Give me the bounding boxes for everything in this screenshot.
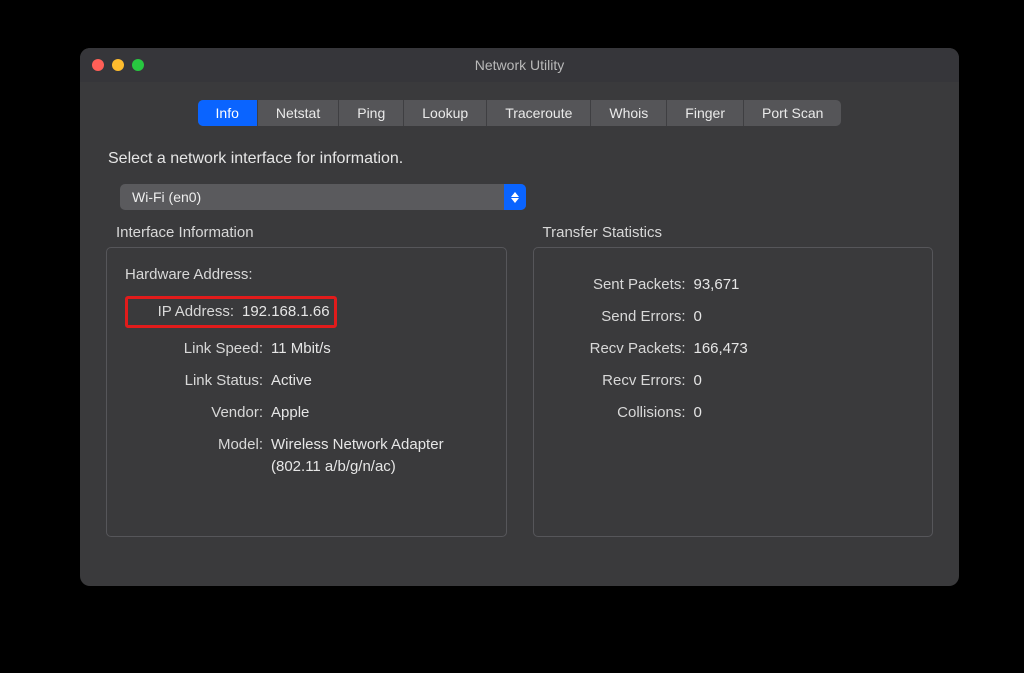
sent-packets-label: Sent Packets: (552, 274, 694, 296)
recv-packets-label: Recv Packets: (552, 338, 694, 360)
traffic-lights (92, 59, 144, 71)
zoom-window-button[interactable] (132, 59, 144, 71)
recv-errors-label: Recv Errors: (552, 370, 694, 392)
link-speed-value: 11 Mbit/s (271, 338, 331, 360)
tab-traceroute[interactable]: Traceroute (487, 100, 591, 126)
tab-ping[interactable]: Ping (339, 100, 404, 126)
dropdown-arrows-icon (504, 184, 526, 210)
send-errors-value: 0 (694, 306, 702, 328)
interface-select-value: Wi-Fi (en0) (132, 189, 201, 205)
collisions-value: 0 (694, 402, 702, 424)
close-window-button[interactable] (92, 59, 104, 71)
tabs: Info Netstat Ping Lookup Traceroute Whoi… (198, 100, 842, 126)
sent-packets-value: 93,671 (694, 274, 740, 296)
tab-netstat[interactable]: Netstat (258, 100, 339, 126)
titlebar: Network Utility (80, 48, 959, 82)
interface-information-group: Interface Information Hardware Address: … (106, 224, 507, 537)
collisions-label: Collisions: (552, 402, 694, 424)
interface-info-box: Hardware Address: IP Address: 192.168.1.… (106, 247, 507, 537)
recv-packets-value: 166,473 (694, 338, 748, 360)
tabs-row: Info Netstat Ping Lookup Traceroute Whoi… (80, 82, 959, 134)
ip-address-label: IP Address: (130, 301, 242, 323)
tab-finger[interactable]: Finger (667, 100, 744, 126)
transfer-stats-group-label: Transfer Statistics (543, 224, 934, 241)
minimize-window-button[interactable] (112, 59, 124, 71)
send-errors-label: Send Errors: (552, 306, 694, 328)
link-status-value: Active (271, 370, 312, 392)
model-value: Wireless Network Adapter (802.11 a/b/g/n… (271, 434, 481, 478)
tab-info[interactable]: Info (198, 100, 258, 126)
columns: Interface Information Hardware Address: … (106, 224, 933, 537)
instruction-text: Select a network interface for informati… (108, 150, 933, 168)
tab-port-scan[interactable]: Port Scan (744, 100, 841, 126)
network-utility-window: Network Utility Info Netstat Ping Lookup… (80, 48, 959, 586)
interface-select[interactable]: Wi-Fi (en0) (120, 184, 526, 210)
link-status-label: Link Status: (125, 370, 271, 392)
hardware-address-label: Hardware Address: (125, 264, 253, 286)
model-label: Model: (125, 434, 271, 478)
vendor-value: Apple (271, 402, 309, 424)
transfer-stats-box: Sent Packets: 93,671 Send Errors: 0 Recv… (533, 247, 934, 537)
ip-address-highlight: IP Address: 192.168.1.66 (125, 296, 337, 328)
tab-whois[interactable]: Whois (591, 100, 667, 126)
interface-info-group-label: Interface Information (116, 224, 507, 241)
ip-address-value: 192.168.1.66 (242, 301, 330, 323)
window-title: Network Utility (80, 57, 959, 73)
tab-lookup[interactable]: Lookup (404, 100, 487, 126)
recv-errors-value: 0 (694, 370, 702, 392)
vendor-label: Vendor: (125, 402, 271, 424)
transfer-statistics-group: Transfer Statistics Sent Packets: 93,671… (533, 224, 934, 537)
content-area: Select a network interface for informati… (80, 134, 959, 557)
link-speed-label: Link Speed: (125, 338, 271, 360)
